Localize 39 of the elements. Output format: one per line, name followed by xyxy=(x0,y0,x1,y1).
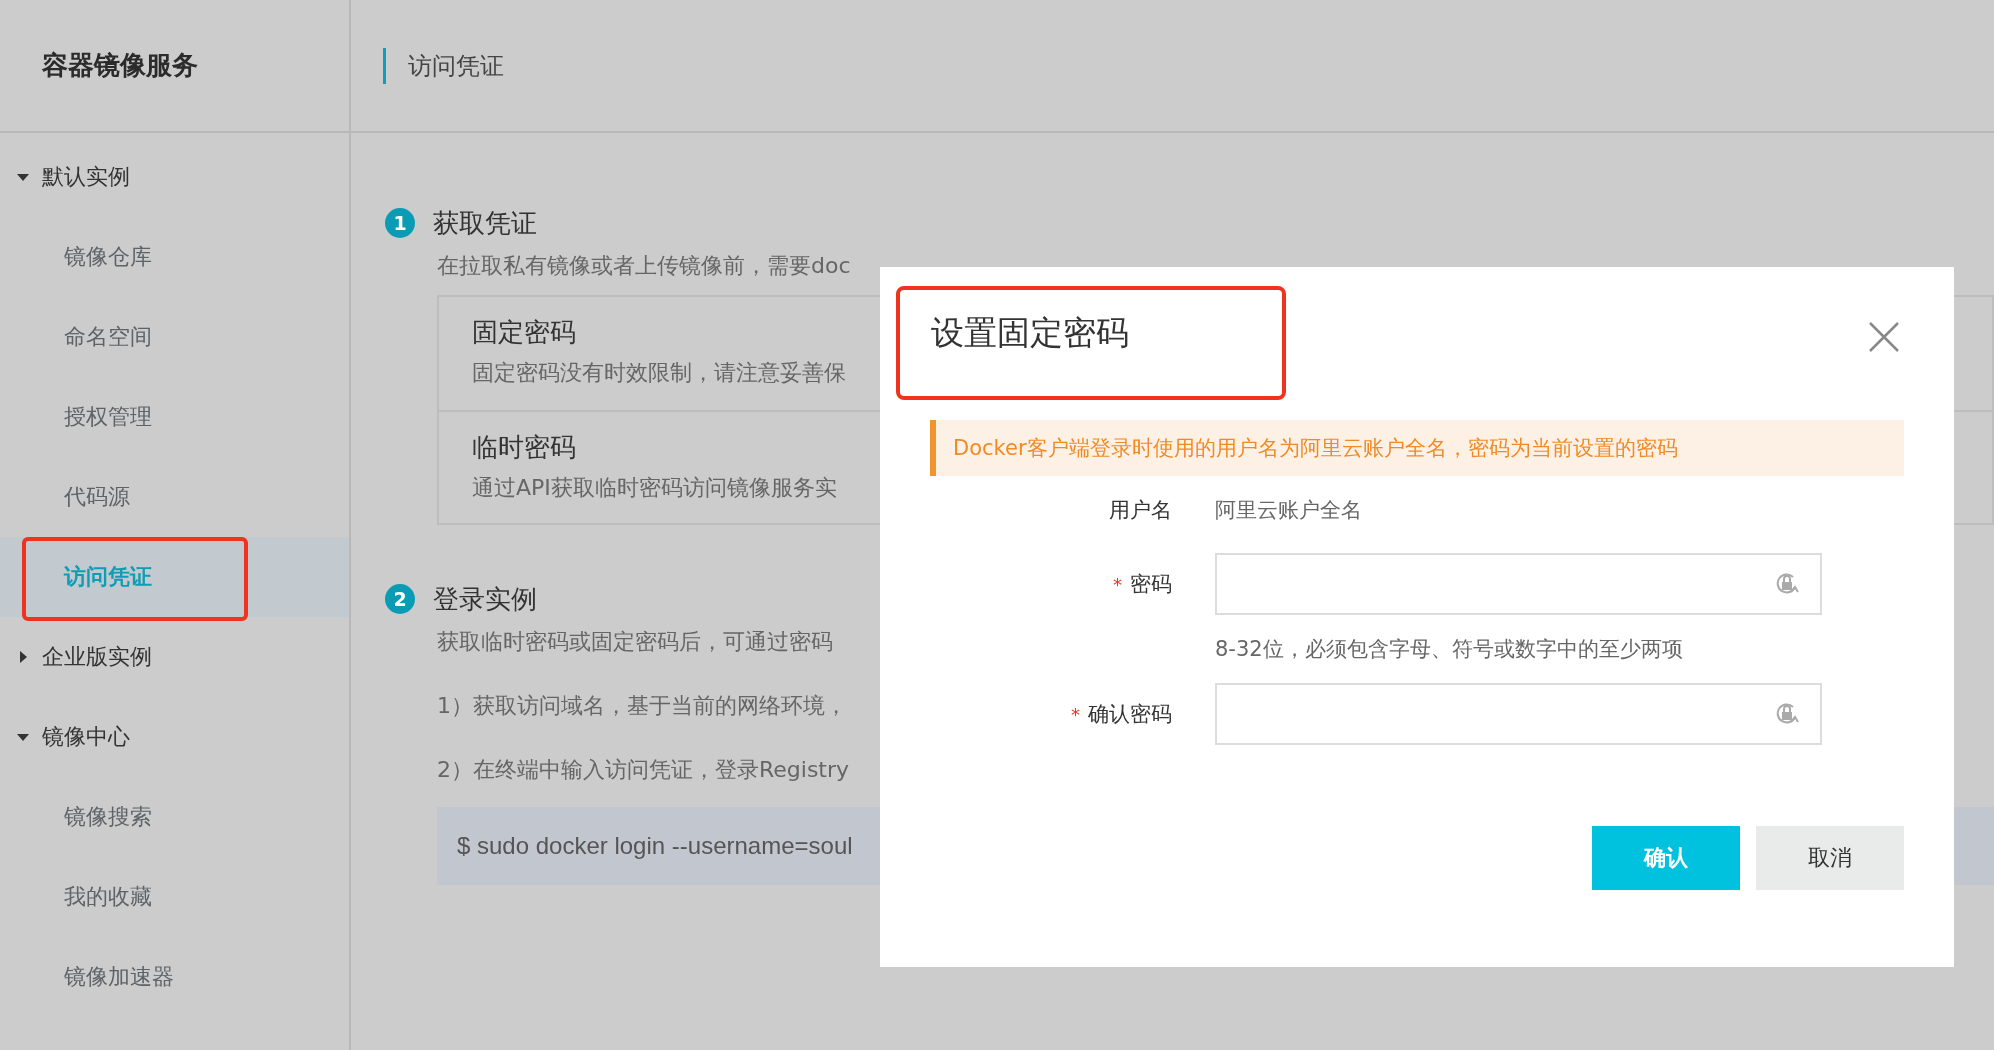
step-description: 在拉取私有镜像或者上传镜像前，需要doc xyxy=(437,252,851,280)
field-label: 确认密码 xyxy=(1088,701,1172,728)
sidebar-item[interactable]: 镜像搜索 xyxy=(0,777,349,857)
sidebar-group[interactable]: 镜像中心 xyxy=(42,722,130,752)
sidebar-item[interactable]: 代码源 xyxy=(0,457,349,537)
step-description: 获取临时密码或固定密码后，可通过密码 xyxy=(437,628,833,656)
sidebar-group[interactable]: 企业版实例 xyxy=(42,642,152,672)
step-title: 获取凭证 xyxy=(433,206,537,240)
sidebar-item[interactable]: 镜像仓库 xyxy=(0,217,349,297)
option-description: 通过API获取临时密码访问镜像服务实 xyxy=(472,474,837,502)
instruction-text: 1）获取访问域名，基于当前的网络环境， xyxy=(437,692,847,720)
cancel-button[interactable]: 取消 xyxy=(1756,826,1904,890)
required-mark: * xyxy=(1071,703,1080,725)
option-title: 固定密码 xyxy=(472,316,576,349)
option-title: 临时密码 xyxy=(472,431,576,464)
sidebar-title: 容器镜像服务 xyxy=(0,0,349,133)
close-icon xyxy=(1868,321,1900,353)
instruction-text: 2）在终端中输入访问凭证，登录Registry xyxy=(437,756,850,784)
sidebar-group[interactable]: 默认实例 xyxy=(42,162,130,192)
close-button[interactable] xyxy=(1868,321,1900,353)
password-field[interactable] xyxy=(1215,553,1822,615)
field-label: 密码 xyxy=(1130,571,1172,598)
step-title: 登录实例 xyxy=(433,582,537,616)
dialog-title: 设置固定密码 xyxy=(931,313,1129,352)
info-alert: Docker客户端登录时使用的用户名为阿里云账户全名，密码为当前设置的密码 xyxy=(930,420,1904,476)
option-description: 固定密码没有时效限制，请注意妥善保 xyxy=(472,359,846,387)
sidebar-item[interactable]: 我的收藏 xyxy=(0,857,349,937)
page-title: 访问凭证 xyxy=(408,50,504,82)
sidebar-item[interactable]: 命名空间 xyxy=(0,297,349,377)
sidebar-item[interactable]: 授权管理 xyxy=(0,377,349,457)
field-hint: 8-32位，必须包含字母、符号或数字中的至少两项 xyxy=(1215,636,1683,663)
field-label: 用户名 xyxy=(1109,497,1172,524)
required-mark: * xyxy=(1113,573,1122,595)
step-number: 2 xyxy=(385,584,415,614)
sidebar-item[interactable]: 镜像加速器 xyxy=(0,937,349,1017)
step-number: 1 xyxy=(385,208,415,238)
password-field[interactable] xyxy=(1215,683,1822,745)
confirm-button[interactable]: 确认 xyxy=(1592,826,1740,890)
field-value: 阿里云账户全名 xyxy=(1215,497,1363,524)
